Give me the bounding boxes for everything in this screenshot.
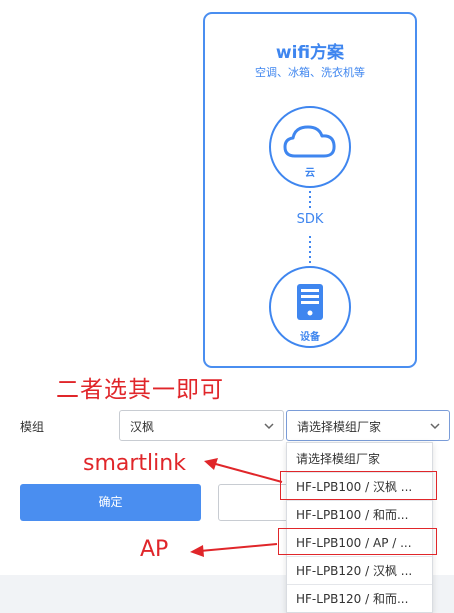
card-subtitle: 空调、冰箱、洗衣机等 <box>255 66 365 79</box>
annotation-smartlink: smartlink <box>83 451 186 476</box>
cloud-node: 云 <box>269 106 351 188</box>
dropdown-option[interactable]: HF-LPB120 / 和而... <box>287 585 432 612</box>
highlight-box-ap <box>278 528 437 555</box>
dropdown-option[interactable]: HF-LPB120 / 汉枫 ... <box>287 557 432 585</box>
card-title: wifi方案 <box>275 43 345 63</box>
module-factory-select[interactable]: 请选择模组厂家 <box>286 410 450 441</box>
highlight-box-smartlink <box>280 471 437 500</box>
chevron-down-icon <box>264 423 274 430</box>
sdk-label: SDK <box>296 212 324 227</box>
chevron-down-icon <box>430 423 440 430</box>
dropdown-option[interactable]: 请选择模组厂家 <box>287 445 432 473</box>
connector-arrow-up <box>309 186 311 210</box>
vendor-select[interactable]: 汉枫 <box>119 410 284 441</box>
cloud-label: 云 <box>305 168 315 179</box>
device-node: 设备 <box>269 266 351 348</box>
device-label: 设备 <box>300 332 320 343</box>
arrow-smartlink <box>204 458 283 483</box>
arrow-ap <box>190 543 278 557</box>
vendor-select-value: 汉枫 <box>130 420 155 434</box>
dropdown-option[interactable]: HF-LPB100 / 和而... <box>287 501 432 529</box>
annotation-choose-one: 二者选其一即可 <box>56 377 224 403</box>
factory-select-value: 请选择模组厂家 <box>297 420 382 434</box>
connector-arrow-down <box>309 236 311 266</box>
annotation-ap: AP <box>140 537 169 562</box>
module-label: 模组 <box>20 420 45 434</box>
confirm-button[interactable]: 确定 <box>20 484 201 521</box>
wifi-solution-card: wifi方案 空调、冰箱、洗衣机等 云 SDK 设备 <box>203 12 417 368</box>
